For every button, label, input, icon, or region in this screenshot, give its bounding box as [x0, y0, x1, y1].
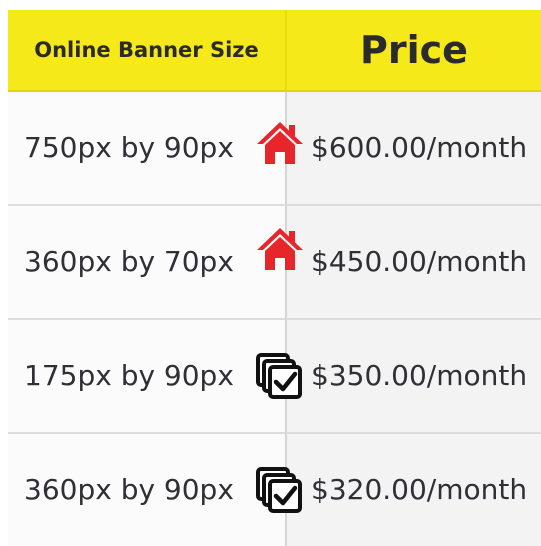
- banner-size: 175px by 90px: [24, 359, 234, 392]
- stacked-checkbox-icon: [255, 466, 305, 516]
- home-icon: [255, 118, 305, 168]
- table-row: 175px by 90px $350.00/month: [8, 320, 541, 434]
- price-cell: $450.00/month: [287, 206, 541, 318]
- table-row: 360px by 70px $450.00/month: [8, 206, 541, 320]
- banner-size: 360px by 90px: [24, 473, 234, 506]
- price-cell: $350.00/month: [287, 320, 541, 432]
- banner-price: $320.00/month: [311, 473, 528, 506]
- banner-price: $450.00/month: [311, 245, 528, 278]
- banner-price: $600.00/month: [311, 131, 528, 164]
- size-cell: 360px by 70px: [8, 206, 285, 318]
- size-cell: 750px by 90px: [8, 92, 285, 204]
- home-icon: [255, 224, 305, 274]
- stacked-checkbox-icon: [255, 352, 305, 402]
- size-cell: 360px by 90px: [8, 434, 285, 546]
- pricing-table: Online Banner Size Price 750px by 90px $…: [8, 10, 541, 546]
- column-header-size: Online Banner Size: [34, 38, 259, 62]
- price-cell: $320.00/month: [287, 434, 541, 546]
- column-header-price: Price: [360, 28, 468, 72]
- price-cell: $600.00/month: [287, 92, 541, 204]
- banner-price: $350.00/month: [311, 359, 528, 392]
- banner-size: 750px by 90px: [24, 131, 234, 164]
- table-header: Online Banner Size Price: [8, 10, 541, 92]
- banner-size: 360px by 70px: [24, 245, 234, 278]
- table-row: 360px by 90px $320.00/month: [8, 434, 541, 546]
- table-row: 750px by 90px $600.00/month: [8, 92, 541, 206]
- size-cell: 175px by 90px: [8, 320, 285, 432]
